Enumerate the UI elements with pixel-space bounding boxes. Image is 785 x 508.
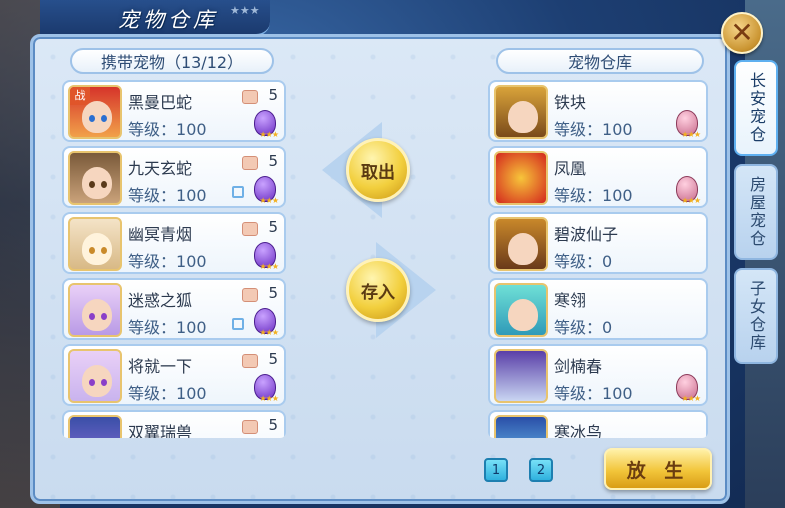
pet-stars: ★★★: [681, 394, 700, 403]
pet-level: 等级：100: [554, 384, 633, 403]
pet-name: 将就一下: [128, 357, 193, 376]
skill-book-icon: [242, 156, 258, 170]
pet-avatar: [494, 415, 548, 438]
pet-level: 等级：100: [128, 384, 207, 403]
carried-pet-item[interactable]: 将就一下 等级：100 5 ★★★: [62, 344, 286, 406]
storage-pets-list[interactable]: 铁块 等级：100 ★★★ 凤凰 等级：100 ★★★ 碧波仙子 等级：0 寒翎…: [488, 80, 708, 438]
pet-name: 双翼瑞兽: [128, 423, 193, 438]
skill-book-count: 5: [268, 350, 278, 368]
pet-name: 铁块: [554, 93, 587, 112]
carried-pets-header-label: 携带宠物（13/12）: [100, 53, 244, 72]
pet-stars: ★★★: [681, 196, 700, 205]
skill-book-icon: [242, 420, 258, 434]
pet-level: 等级：100: [554, 120, 633, 139]
skill-book-icon: [242, 354, 258, 368]
pet-level: 等级：100: [128, 186, 207, 205]
pet-stars: ★★★: [259, 328, 278, 337]
storage-pet-item[interactable]: 剑楠春 等级：100 ★★★: [488, 344, 708, 406]
storage-pet-item[interactable]: 碧波仙子 等级：0: [488, 212, 708, 274]
pet-name: 幽冥青烟: [128, 225, 193, 244]
take-out-button[interactable]: 取出: [346, 138, 410, 202]
skill-book-count: 5: [268, 86, 278, 104]
pet-level: 等级：0: [554, 252, 613, 271]
deposit-button[interactable]: 存入: [346, 258, 410, 322]
pet-stars: ★★★: [259, 262, 278, 271]
storage-pet-item[interactable]: 寒冰鸟: [488, 410, 708, 438]
close-button[interactable]: ✕: [721, 12, 763, 54]
pet-name: 迷惑之狐: [128, 291, 193, 310]
pet-name: 九天玄蛇: [128, 159, 193, 178]
skill-book-icon: [242, 288, 258, 302]
tab-house-pet-storage[interactable]: 房屋宠仓: [734, 164, 778, 260]
pet-level: 等级：100: [128, 252, 207, 271]
page-button-1[interactable]: 1: [484, 458, 508, 482]
pet-avatar: [494, 283, 548, 337]
storage-header-label: 宠物仓库: [567, 53, 632, 72]
skill-book-icon: [242, 222, 258, 236]
carried-pets-header: 携带宠物（13/12）: [70, 48, 274, 74]
storage-pet-item[interactable]: 铁块 等级：100 ★★★: [488, 80, 708, 142]
close-icon: ✕: [730, 16, 754, 49]
pet-stars: ★★★: [259, 130, 278, 139]
battle-badge: 战: [70, 87, 90, 105]
pet-name: 寒冰鸟: [554, 423, 603, 438]
release-button[interactable]: 放 生: [604, 448, 712, 490]
pet-stars: ★★★: [259, 196, 278, 205]
carried-pets-list[interactable]: 战 黑曼巴蛇 等级：100 5 ★★★ 九天玄蛇 等级：100 5 ★★★ 幽冥…: [62, 80, 286, 438]
lock-icon: [232, 318, 244, 330]
carried-pet-item[interactable]: 九天玄蛇 等级：100 5 ★★★: [62, 146, 286, 208]
pet-level: 等级：0: [554, 318, 613, 337]
window-title: 宠物仓库: [118, 8, 218, 32]
skill-book-count: 5: [268, 416, 278, 434]
pet-avatar: [494, 349, 548, 403]
pet-avatar: [494, 151, 548, 205]
lock-icon: [232, 186, 244, 198]
skill-book-count: 5: [268, 284, 278, 302]
storage-pet-item[interactable]: 凤凰 等级：100 ★★★: [488, 146, 708, 208]
pet-avatar: 战: [68, 85, 122, 139]
pet-avatar: [68, 217, 122, 271]
carried-pet-item[interactable]: 幽冥青烟 等级：100 5 ★★★: [62, 212, 286, 274]
pet-level: 等级：100: [554, 186, 633, 205]
pet-avatar: [494, 85, 548, 139]
pet-level: 等级：100: [128, 120, 207, 139]
page-button-2[interactable]: 2: [529, 458, 553, 482]
carried-pet-item[interactable]: 双翼瑞兽 5: [62, 410, 286, 438]
pet-name: 碧波仙子: [554, 225, 619, 244]
skill-book-count: 5: [268, 152, 278, 170]
carried-pet-item[interactable]: 战 黑曼巴蛇 等级：100 5 ★★★: [62, 80, 286, 142]
tab-children-storage[interactable]: 子女仓库: [734, 268, 778, 364]
tab-changan-pet-storage[interactable]: 长安宠仓: [734, 60, 778, 156]
pet-level: 等级：100: [128, 318, 207, 337]
pet-name: 凤凰: [554, 159, 587, 178]
storage-pet-item[interactable]: 寒翎 等级：0: [488, 278, 708, 340]
pet-name: 寒翎: [554, 291, 587, 310]
pet-stars: ★★★: [259, 394, 278, 403]
skill-book-count: 5: [268, 218, 278, 236]
pet-name: 黑曼巴蛇: [128, 93, 193, 112]
pet-avatar: [68, 415, 122, 438]
pet-avatar: [68, 349, 122, 403]
carried-pet-item[interactable]: 迷惑之狐 等级：100 5 ★★★: [62, 278, 286, 340]
pet-stars: ★★★: [681, 130, 700, 139]
pet-name: 剑楠春: [554, 357, 603, 376]
title-stars: ★★★: [230, 4, 260, 17]
pet-avatar: [494, 217, 548, 271]
skill-book-icon: [242, 90, 258, 104]
pet-avatar: [68, 151, 122, 205]
pet-avatar: [68, 283, 122, 337]
storage-header: 宠物仓库: [496, 48, 704, 74]
